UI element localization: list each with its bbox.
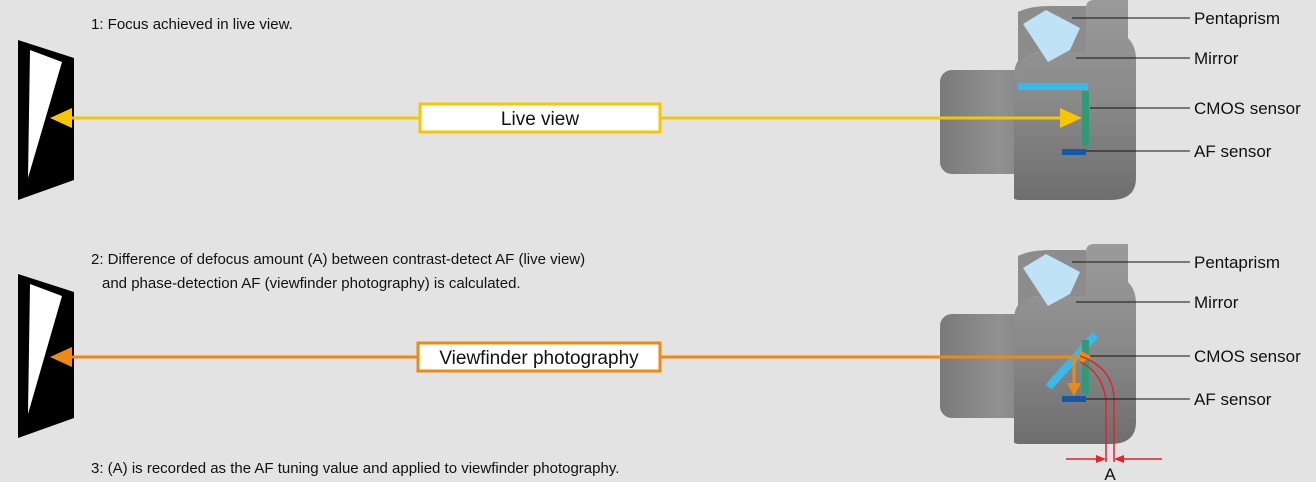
panel-3-caption: 3: (A) is recorded as the AF tuning valu… bbox=[91, 460, 619, 477]
viewfinder-label: Viewfinder photography bbox=[439, 348, 639, 369]
af-sensor-icon bbox=[1062, 149, 1086, 155]
camera-1 bbox=[940, 0, 1136, 200]
label-mirror: Mirror bbox=[1194, 49, 1239, 68]
dimension-label-a: A bbox=[1104, 465, 1116, 482]
label-mirror: Mirror bbox=[1194, 293, 1239, 312]
dimension-arrow-right bbox=[1114, 455, 1124, 463]
cmos-sensor-icon bbox=[1082, 91, 1089, 146]
panel-2-caption-line1: 2: Difference of defocus amount (A) betw… bbox=[91, 251, 585, 268]
live-view-label: Live view bbox=[501, 109, 579, 130]
af-sensor-icon bbox=[1062, 396, 1086, 402]
mirror-icon bbox=[1018, 83, 1088, 90]
label-pentaprism: Pentaprism bbox=[1194, 9, 1280, 28]
panel-1: 1: Focus achieved in live view. Live vie… bbox=[18, 0, 1301, 200]
label-af-sensor: AF sensor bbox=[1194, 390, 1272, 409]
dimension-arrow-left bbox=[1096, 455, 1106, 463]
label-af-sensor: AF sensor bbox=[1194, 142, 1272, 161]
panel-2: 2: Difference of defocus amount (A) betw… bbox=[18, 244, 1301, 482]
diagram-canvas: 1: Focus achieved in live view. Live vie… bbox=[18, 0, 1301, 482]
label-pentaprism: Pentaprism bbox=[1194, 253, 1280, 272]
label-cmos-sensor: CMOS sensor bbox=[1194, 99, 1301, 118]
panel-2-caption-line2: and phase-detection AF (viewfinder photo… bbox=[102, 275, 521, 292]
label-cmos-sensor: CMOS sensor bbox=[1194, 347, 1301, 366]
panel-1-caption: 1: Focus achieved in live view. bbox=[91, 16, 293, 33]
